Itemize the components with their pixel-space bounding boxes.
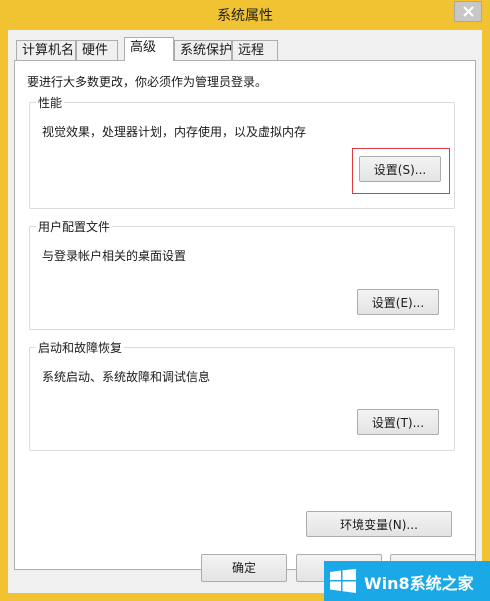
tab-advanced[interactable]: 高级: [124, 37, 174, 61]
startup-recovery-settings-button[interactable]: 设置(T)...: [357, 409, 439, 435]
dialog-client-area: 计算机名 硬件 高级 系统保护 远程 要进行大多数更改，你必须作为管理员登录。 …: [8, 30, 482, 593]
tab-hardware[interactable]: 硬件: [76, 40, 118, 60]
close-button[interactable]: [454, 1, 482, 22]
performance-desc: 视觉效果，处理器计划，内存使用，以及虚拟内存: [42, 125, 307, 139]
ok-button[interactable]: 确定: [201, 554, 287, 582]
admin-notice: 要进行大多数更改，你必须作为管理员登录。: [27, 75, 268, 89]
watermark-text: Win8系统之家: [364, 574, 474, 593]
user-profiles-title: 用户配置文件: [38, 220, 111, 234]
windows-logo-icon: [330, 569, 356, 593]
title-bar[interactable]: 系统属性: [0, 0, 490, 30]
performance-group: 性能 视觉效果，处理器计划，内存使用，以及虚拟内存 设置(S)...: [29, 94, 455, 209]
startup-recovery-group: 启动和故障恢复 系统启动、系统故障和调试信息 设置(T)...: [29, 339, 455, 451]
tab-computer-name[interactable]: 计算机名: [16, 40, 76, 60]
tab-remote[interactable]: 远程: [232, 40, 278, 60]
tab-system-protection[interactable]: 系统保护: [174, 40, 232, 60]
site-watermark: Win8系统之家: [324, 561, 490, 601]
performance-settings-button[interactable]: 设置(S)...: [359, 156, 441, 182]
startup-recovery-title: 启动和故障恢复: [38, 341, 123, 355]
environment-variables-button[interactable]: 环境变量(N)...: [306, 511, 452, 537]
advanced-tab-panel: 要进行大多数更改，你必须作为管理员登录。 性能 视觉效果，处理器计划，内存使用，…: [14, 60, 476, 570]
user-profiles-desc: 与登录帐户相关的桌面设置: [42, 249, 187, 263]
startup-recovery-desc: 系统启动、系统故障和调试信息: [42, 370, 211, 384]
performance-title: 性能: [38, 96, 63, 110]
user-profiles-group: 用户配置文件 与登录帐户相关的桌面设置 设置(E)...: [29, 218, 455, 330]
system-properties-window: 系统属性 计算机名 硬件 高级 系统保护 远程 要进行大多数更改，你必须作为管理…: [0, 0, 490, 601]
close-icon: [463, 6, 474, 17]
window-title: 系统属性: [217, 8, 273, 24]
user-profiles-settings-button[interactable]: 设置(E)...: [357, 289, 439, 315]
